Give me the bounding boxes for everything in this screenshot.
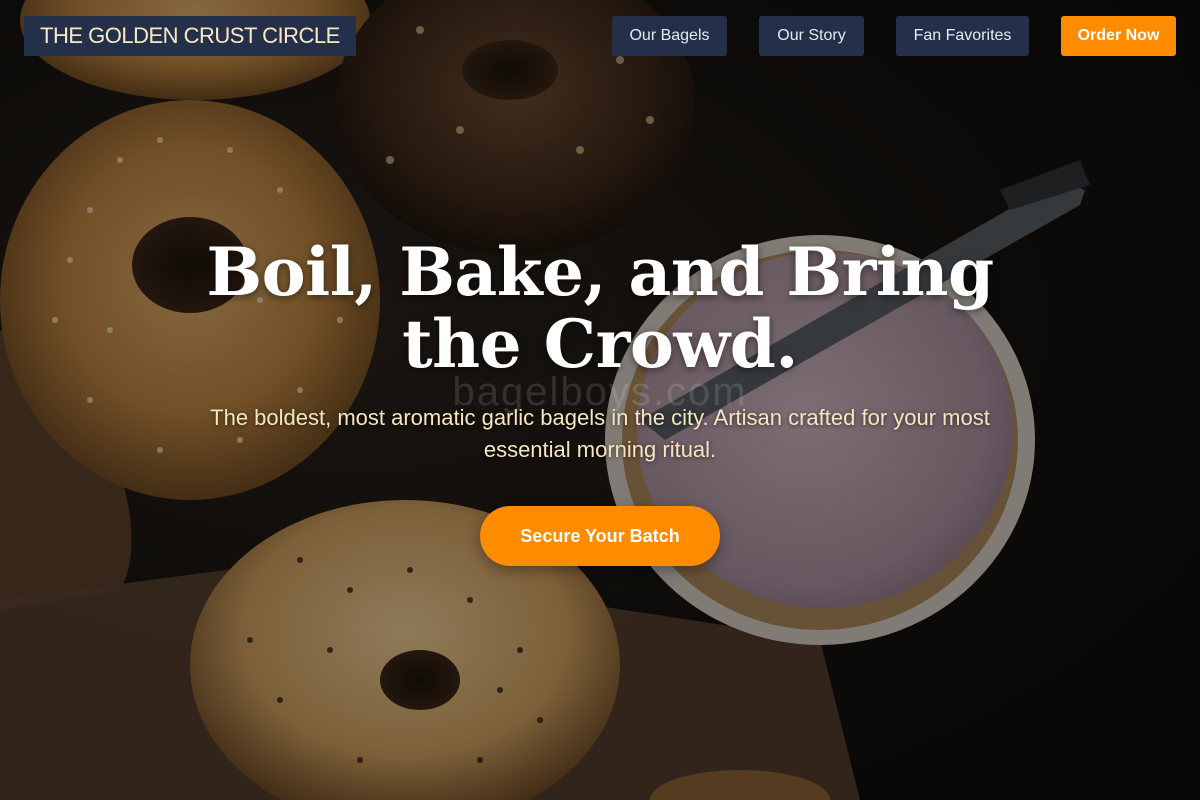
- nav-link-fan-favorites[interactable]: Fan Favorites: [896, 16, 1029, 56]
- secure-your-batch-button[interactable]: Secure Your Batch: [480, 506, 720, 566]
- nav-link-our-story[interactable]: Our Story: [759, 16, 864, 56]
- nav-link-our-bagels[interactable]: Our Bagels: [612, 16, 727, 56]
- hero-subtext: The boldest, most aromatic garlic bagels…: [210, 405, 990, 462]
- hero-headline: Boil, Bake, and Bring the Crowd.: [206, 233, 994, 383]
- order-now-button[interactable]: Order Now: [1061, 16, 1176, 56]
- site-logo[interactable]: THE GOLDEN CRUST CIRCLE: [24, 16, 356, 56]
- hero-section: bagelboys.com THE GOLDEN CRUST CIRCLE Ou…: [0, 0, 1200, 800]
